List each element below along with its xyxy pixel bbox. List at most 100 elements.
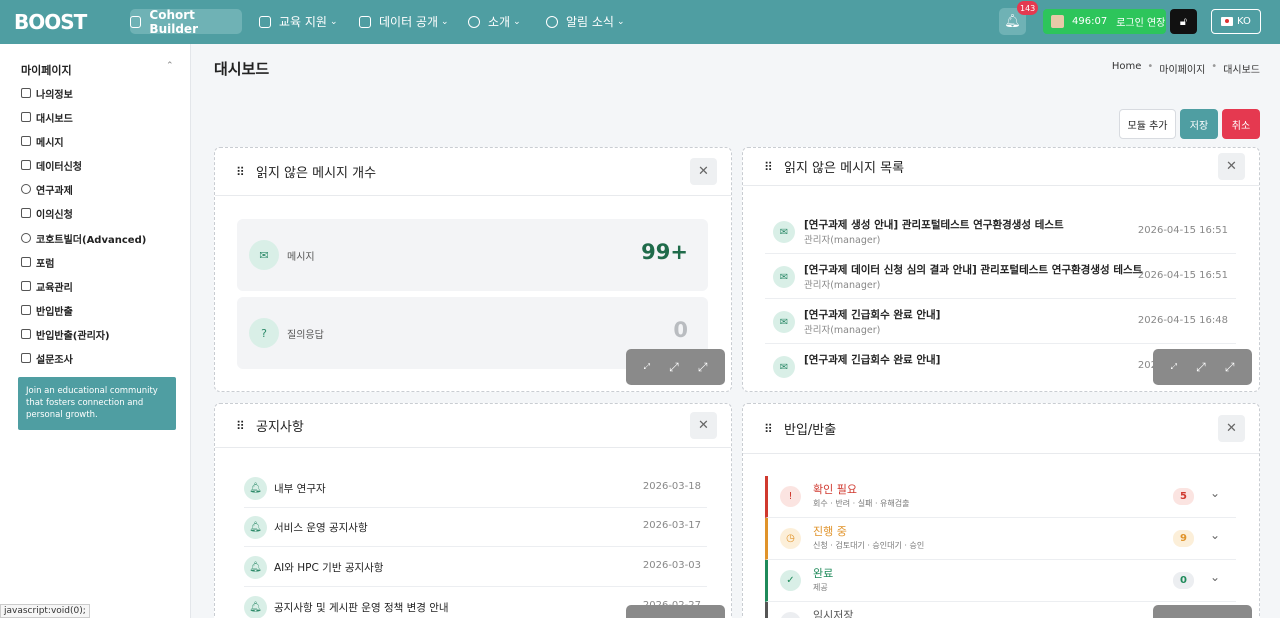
chevron-down-icon: ⌄ <box>441 16 449 27</box>
status-title: 확인 필요 <box>813 483 857 496</box>
chevron-down-icon[interactable]: ⌄ <box>1210 570 1220 584</box>
cohort-icon <box>130 15 142 28</box>
message-title: [연구과제 생성 안내] 관리포털테스트 연구환경생성 테스트 <box>804 219 1064 231</box>
sidebar-heading[interactable]: 마이페이지 <box>21 62 72 78</box>
resize-small-icon[interactable]: ⤢ <box>1171 362 1177 372</box>
notice-title: 공지사항 및 게시판 운영 정책 변경 안내 <box>274 602 449 614</box>
message-date: 2026-04-15 16:51 <box>1137 225 1228 236</box>
drag-handle-icon[interactable]: ⠿ <box>764 160 773 174</box>
breadcrumb-mypage[interactable]: 마이페이지 <box>1159 61 1205 76</box>
widget-title: 공지사항 <box>256 420 304 435</box>
resize-small-icon[interactable]: ⤢ <box>644 362 650 372</box>
resize-large-icon[interactable]: ⤢ <box>698 360 708 375</box>
drag-handle-icon[interactable]: ⠿ <box>236 165 245 179</box>
message-item[interactable]: ✉ [연구과제 데이터 신청 심의 결과 안내] 관리포털테스트 연구환경생성 … <box>765 254 1236 299</box>
sidebar: 마이페이지 ⌃ 나의정보 대시보드 메시지 데이터신청 연구과제 이의신청 코호… <box>0 44 191 618</box>
bell-icon: 🔔︎ <box>1004 14 1021 29</box>
resize-controls: ⤢ ⤢ ⤢ <box>626 349 725 385</box>
sidebar-item-my-info[interactable]: 나의정보 <box>21 84 73 102</box>
message-item[interactable]: ✉ [연구과제 생성 안내] 관리포털테스트 연구환경생성 테스트 관리자(ma… <box>765 209 1236 254</box>
session-timer: 496:07 <box>1072 16 1108 27</box>
boost-logo[interactable]: BOOST <box>14 10 87 34</box>
message-date: 2026-04-15 16:51 <box>1137 270 1228 281</box>
add-module-button[interactable]: 모듈 추가 <box>1119 109 1176 139</box>
cancel-button[interactable]: 취소 <box>1222 109 1260 139</box>
nav-news[interactable]: 알림 소식 ⌄ <box>546 9 625 34</box>
notice-date: 2026-03-17 <box>642 520 701 531</box>
stat-messages[interactable]: ✉ 메시지 99+ <box>237 219 708 291</box>
status-row-complete[interactable]: ✓ 완료 제공 0 ⌄ <box>765 560 1236 602</box>
close-widget-button[interactable]: ✕ <box>1218 153 1245 180</box>
widget-header: ⠿ 읽지 않은 메시지 목록 ✕ <box>743 148 1259 186</box>
promo-banner[interactable]: Join an educational community that foste… <box>18 377 176 430</box>
status-row-needs-check[interactable]: ! 확인 필요 회수 · 반려 · 실패 · 유해검출 5 ⌄ <box>765 476 1236 518</box>
stat-value: 99+ <box>641 240 688 264</box>
notice-title: 서비스 운영 공지사항 <box>274 522 368 534</box>
sidebar-item-data-request[interactable]: 데이터신청 <box>21 156 82 174</box>
chevron-up-icon[interactable]: ⌃ <box>166 61 174 71</box>
data-icon <box>359 15 371 28</box>
status-count-badge: 0 <box>1173 572 1194 589</box>
layers-icon <box>21 88 31 98</box>
widget-notices[interactable]: ⠿ 공지사항 ✕ 🔔︎ 내부 연구자 2026-03-18 🔔︎ 서비스 운영 … <box>214 403 732 618</box>
message-item[interactable]: ✉ [연구과제 긴급회수 완료 안내] 관리자(manager) 2026-04… <box>765 299 1236 344</box>
sidebar-item-survey[interactable]: 설문조사 <box>21 349 73 367</box>
bell-icon: 🔔︎ <box>244 477 267 500</box>
sidebar-item-forum[interactable]: 포럼 <box>21 253 54 271</box>
message-sender: 관리자(manager) <box>804 325 881 336</box>
status-subtitle: 신청 · 검토대기 · 승인대기 · 승인 <box>813 541 925 550</box>
sidebar-item-dashboard[interactable]: 대시보드 <box>21 108 73 126</box>
widget-import-export[interactable]: ⠿ 반입/반출 ✕ ! 확인 필요 회수 · 반려 · 실패 · 유해검출 5 … <box>742 403 1260 618</box>
session-extend-button[interactable]: 496:07 로그인 연장 <box>1043 9 1166 34</box>
document-icon <box>21 136 31 146</box>
sidebar-item-messages[interactable]: 메시지 <box>21 132 64 150</box>
korea-flag-icon <box>1221 17 1234 26</box>
close-widget-button[interactable]: ✕ <box>1218 415 1245 442</box>
chart-icon <box>21 233 31 243</box>
widget-header: ⠿ 공지사항 ✕ <box>215 404 731 448</box>
breadcrumb-separator: • <box>1147 61 1154 72</box>
nav-education[interactable]: 교육 지원 ⌄ <box>259 9 338 34</box>
clock-icon: ◷ <box>780 528 801 549</box>
sidebar-item-import-export-admin[interactable]: 반입반출(관리자) <box>21 325 110 343</box>
sidebar-item-import-export[interactable]: 반입반출 <box>21 301 73 319</box>
widget-unread-count[interactable]: ⠿ 읽지 않은 메시지 개수 ✕ ✉ 메시지 99+ ? 질의응답 0 ⤢ ⤢ … <box>214 147 732 392</box>
status-row-in-progress[interactable]: ◷ 진행 중 신청 · 검토대기 · 승인대기 · 승인 9 ⌄ <box>765 518 1236 560</box>
notice-item[interactable]: 🔔︎ 서비스 운영 공지사항 2026-03-17 <box>244 508 707 547</box>
close-widget-button[interactable]: ✕ <box>690 412 717 439</box>
document-icon <box>21 160 31 170</box>
logout-button[interactable]: 🔓︎ <box>1170 9 1197 34</box>
save-button[interactable]: 저장 <box>1180 109 1218 139</box>
resize-medium-icon[interactable]: ⤢ <box>1196 360 1206 375</box>
research-icon <box>21 184 31 194</box>
sidebar-item-education[interactable]: 교육관리 <box>21 277 73 295</box>
layers-icon <box>21 353 31 363</box>
drag-handle-icon[interactable]: ⠿ <box>764 422 773 436</box>
notice-item[interactable]: 🔔︎ 내부 연구자 2026-03-18 <box>244 469 707 508</box>
breadcrumb-home[interactable]: Home <box>1112 61 1142 76</box>
chevron-down-icon[interactable]: ⌄ <box>1210 486 1220 500</box>
nav-data-open[interactable]: 데이터 공개 ⌄ <box>359 9 449 34</box>
bell-icon: 🔔︎ <box>244 556 267 579</box>
language-button[interactable]: KO <box>1211 9 1261 34</box>
chevron-down-icon[interactable]: ⌄ <box>1210 528 1220 542</box>
nav-cohort-builder[interactable]: Cohort Builder <box>130 8 242 36</box>
stat-value: 0 <box>673 318 688 342</box>
nav-about[interactable]: 소개 ⌄ <box>468 9 521 34</box>
status-bar-url: javascript:void(0); <box>0 604 90 618</box>
bell-icon: 🔔︎ <box>244 596 267 618</box>
close-widget-button[interactable]: ✕ <box>690 158 717 185</box>
widget-unread-list[interactable]: ⠿ 읽지 않은 메시지 목록 ✕ ✉ [연구과제 생성 안내] 관리포털테스트 … <box>742 147 1260 392</box>
resize-large-icon[interactable]: ⤢ <box>1225 360 1235 375</box>
draft-icon: · <box>780 612 801 618</box>
mail-icon: ✉ <box>249 240 279 270</box>
drag-handle-icon[interactable]: ⠿ <box>236 419 245 433</box>
status-title: 임시저장 <box>813 609 854 618</box>
resize-medium-icon[interactable]: ⤢ <box>669 360 679 375</box>
sidebar-item-research[interactable]: 연구과제 <box>21 180 73 198</box>
sidebar-item-objection[interactable]: 이의신청 <box>21 204 73 222</box>
widget-title: 읽지 않은 메시지 목록 <box>784 161 905 176</box>
notice-item[interactable]: 🔔︎ AI와 HPC 기반 공지사항 2026-03-03 <box>244 548 707 587</box>
sidebar-item-cohort-advanced[interactable]: 코호트빌더(Advanced) <box>21 229 146 247</box>
document-icon <box>21 112 31 122</box>
